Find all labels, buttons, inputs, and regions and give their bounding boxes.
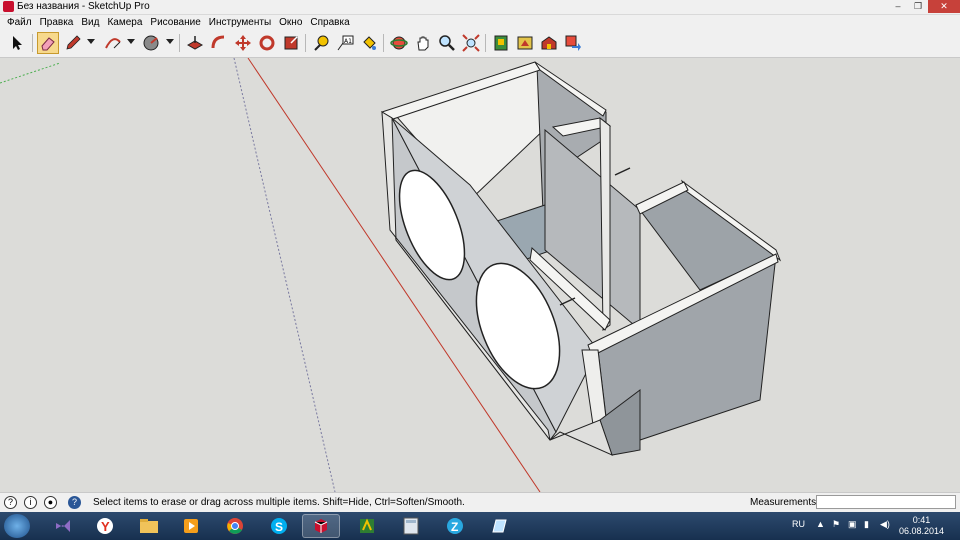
tape-measure-tool-button[interactable] [310,32,332,54]
chrome-icon[interactable] [216,514,254,538]
eraser-tool-button[interactable] [37,32,59,54]
blue-axis-line [233,58,336,492]
measurements-label: Measurements [750,497,817,508]
push-pull-icon [186,36,204,50]
magnifier-icon [439,35,455,51]
orbit-icon [390,36,408,50]
yandex-browser-icon[interactable]: Y [86,514,124,538]
components-icon [517,36,533,50]
pan-tool-button[interactable] [412,32,434,54]
scale-icon [284,36,298,50]
skype-icon[interactable]: S [260,514,298,538]
geo-location-icon[interactable]: ? [4,496,17,509]
help-icon[interactable]: ? [68,496,81,509]
previous-view-button[interactable] [490,32,512,54]
show-hidden-icons-icon[interactable]: ▲ [816,519,825,529]
app-icon[interactable] [348,514,386,538]
media-player-icon[interactable] [172,514,210,538]
language-indicator[interactable]: RU [792,519,805,529]
pencil-tool-button[interactable] [62,32,84,54]
visual-studio-icon[interactable] [44,514,82,538]
pencil-icon [66,35,81,50]
notes-icon[interactable] [480,514,518,538]
rotate-icon [259,35,275,51]
zoom-extents-icon [462,34,480,52]
move-tool-button[interactable] [232,32,254,54]
maximize-button[interactable]: ❐ [908,0,928,13]
taskbar: Y S Z RU ▲ ⚑ ▣ ▮ ◀) 0:41 06.08.2014 [0,512,960,540]
select-tool-button[interactable] [6,32,28,54]
menu-camera[interactable]: Камера [103,15,146,30]
text-label-icon: A1 [337,35,354,51]
sketchup-app-icon [3,1,14,12]
arc-dropdown[interactable] [127,39,135,44]
status-message: Select items to erase or drag across mul… [93,497,465,508]
minimize-button[interactable]: – [888,0,908,13]
status-bar: ? i ● ? Select items to erase or drag ac… [0,492,960,513]
zoom-tool-button[interactable] [436,32,458,54]
zona-icon[interactable]: Z [436,514,474,538]
arrow-cursor-icon [13,36,22,50]
network-icon[interactable]: ▮ [864,519,869,530]
calculator-icon[interactable] [392,514,430,538]
user-icon[interactable]: ● [44,496,57,509]
move-icon [235,35,251,51]
menu-bar: Файл Правка Вид Камера Рисование Инструм… [0,15,960,30]
menu-view[interactable]: Вид [77,15,103,30]
title-bar: Без названия - SketchUp Pro – ❐ ✕ [0,0,960,15]
action-center-flag-icon[interactable]: ⚑ [832,519,840,530]
arc-tool-button[interactable] [102,32,124,54]
share-model-button[interactable] [562,32,584,54]
text-tool-button[interactable]: A1 [334,32,356,54]
menu-tools[interactable]: Инструменты [205,15,275,30]
drawing-viewport[interactable] [0,58,960,492]
paint-bucket-tool-button[interactable] [358,32,380,54]
model-canvas [0,58,782,492]
pencil-dropdown[interactable] [87,39,95,44]
warehouse-button[interactable] [538,32,560,54]
menu-help[interactable]: Справка [306,15,353,30]
eraser-icon [41,37,55,51]
share-icon [565,35,581,51]
circle-tool-button[interactable] [140,32,162,54]
menu-file[interactable]: Файл [3,15,36,30]
hand-icon [417,36,429,51]
scale-tool-button[interactable] [280,32,302,54]
start-button[interactable] [4,514,30,538]
tape-measure-icon [314,35,329,51]
menu-draw[interactable]: Рисование [146,15,204,30]
close-button[interactable]: ✕ [928,0,960,13]
credits-icon[interactable]: i [24,496,37,509]
sketchup-icon[interactable] [302,514,340,538]
menu-window[interactable]: Окно [275,15,306,30]
orbit-tool-button[interactable] [388,32,410,54]
file-explorer-icon[interactable] [130,514,168,538]
green-axis-line [0,62,61,84]
paint-bucket-icon [363,36,376,50]
arc-icon [105,38,121,49]
volume-icon[interactable]: ◀) [880,519,890,530]
push-pull-tool-button[interactable] [184,32,206,54]
book-icon [494,35,508,51]
measurements-input[interactable] [816,495,956,509]
tray-app-icon[interactable]: ▣ [848,519,857,530]
window-title: Без названия - SketchUp Pro [17,1,150,12]
svg-text:A1: A1 [344,38,352,45]
follow-me-tool-button[interactable] [208,32,230,54]
circle-tool-icon [143,35,159,51]
shapes-dropdown[interactable] [166,39,174,44]
toolbar: A1 [0,30,960,58]
menu-edit[interactable]: Правка [36,15,78,30]
svg-text:Y: Y [101,519,110,534]
warehouse-icon [541,36,557,50]
clock[interactable]: 0:41 06.08.2014 [899,515,944,537]
follow-me-icon [211,35,225,49]
components-button[interactable] [514,32,536,54]
clock-date: 06.08.2014 [898,526,944,536]
zoom-extents-tool-button[interactable] [460,32,482,54]
clock-time: 0:41 [912,515,931,525]
svg-text:S: S [275,520,283,534]
svg-text:Z: Z [451,520,458,534]
rotate-tool-button[interactable] [256,32,278,54]
